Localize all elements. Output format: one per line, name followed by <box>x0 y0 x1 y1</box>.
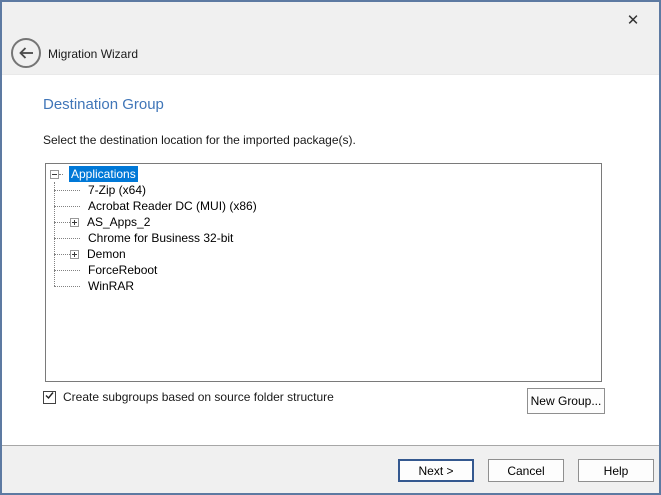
next-button[interactable]: Next > <box>398 459 474 482</box>
tree-item-label[interactable]: WinRAR <box>86 278 136 294</box>
create-subgroups-checkbox[interactable] <box>43 391 56 404</box>
migration-wizard-window: ✕ Migration Wizard Destination Group Sel… <box>0 0 661 495</box>
wizard-header: ✕ Migration Wizard <box>2 2 659 75</box>
new-group-button[interactable]: New Group... <box>527 388 605 414</box>
page-subtitle: Select the destination location for the … <box>43 133 356 147</box>
tree-item-label[interactable]: 7-Zip (x64) <box>86 182 148 198</box>
expand-plus-icon[interactable] <box>70 218 79 227</box>
tree-item-label[interactable]: Acrobat Reader DC (MUI) (x86) <box>86 198 259 214</box>
back-arrow-icon <box>17 46 35 60</box>
tree-item-label[interactable]: AS_Apps_2 <box>85 214 152 230</box>
page-title: Destination Group <box>43 96 164 113</box>
tree-item[interactable]: Chrome for Business 32-bit <box>46 230 601 246</box>
tree-item-label[interactable]: Applications <box>69 166 138 182</box>
create-subgroups-label: Create subgroups based on source folder … <box>63 390 334 404</box>
tree-item-label[interactable]: ForceReboot <box>86 262 159 278</box>
create-subgroups-option[interactable]: Create subgroups based on source folder … <box>43 390 334 404</box>
destination-group-tree: Applications 7-Zip (x64) Acrobat Reader … <box>45 163 602 382</box>
wizard-title: Migration Wizard <box>48 47 138 61</box>
tree-item[interactable]: 7-Zip (x64) <box>46 182 601 198</box>
checkmark-icon <box>44 388 55 406</box>
expand-plus-icon[interactable] <box>70 250 79 259</box>
cancel-button[interactable]: Cancel <box>488 459 564 482</box>
tree-item[interactable]: ForceReboot <box>46 262 601 278</box>
dialog-footer: Next > Cancel Help <box>2 445 659 493</box>
tree-item[interactable]: Demon <box>46 246 601 262</box>
tree-item[interactable]: AS_Apps_2 <box>46 214 601 230</box>
tree-item-label[interactable]: Demon <box>85 246 128 262</box>
tree-item-applications[interactable]: Applications <box>46 166 601 182</box>
help-button[interactable]: Help <box>578 459 654 482</box>
tree-item[interactable]: Acrobat Reader DC (MUI) (x86) <box>46 198 601 214</box>
tree-item[interactable]: WinRAR <box>46 278 601 294</box>
tree-item-label[interactable]: Chrome for Business 32-bit <box>86 230 235 246</box>
close-icon[interactable]: ✕ <box>621 8 645 32</box>
back-button[interactable] <box>11 38 41 68</box>
collapse-minus-icon[interactable] <box>50 170 59 179</box>
